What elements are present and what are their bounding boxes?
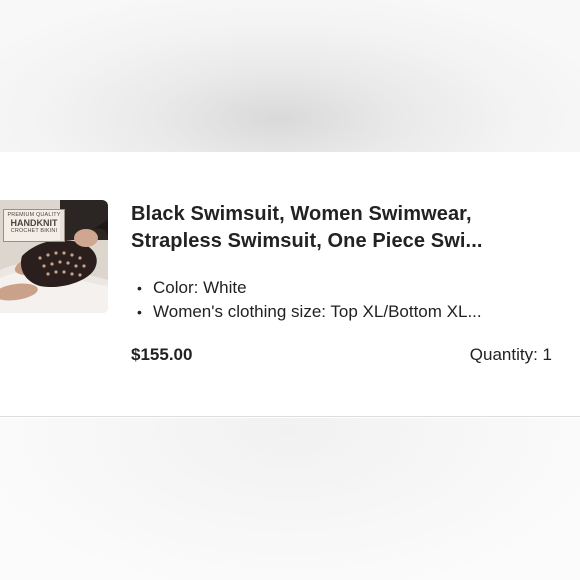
bullet-icon: • [137,280,142,296]
attribute-color: • Color: White [137,276,482,300]
attribute-size-text: Women's clothing size: Top XL/Bottom XL.… [153,302,482,321]
badge-line-3: CROCHET BIKINI [10,228,58,235]
badge-line-2: HANDKNIT [10,218,58,229]
order-item-card[interactable]: PREMIUM QUALITY HANDKNIT CROCHET BIKINI … [0,152,580,417]
attribute-color-text: Color: White [153,278,247,297]
product-title-line-1[interactable]: Black Swimsuit, Women Swimwear, [131,201,561,228]
blurred-background-top [0,0,580,152]
bullet-icon: • [137,304,142,320]
premium-quality-badge: PREMIUM QUALITY HANDKNIT CROCHET BIKINI [3,209,65,242]
product-title-line-2[interactable]: Strapless Swimsuit, One Piece Swi... [131,228,561,255]
product-attributes-list: • Color: White • Women's clothing size: To… [137,276,482,324]
screen: PREMIUM QUALITY HANDKNIT CROCHET BIKINI … [0,0,580,580]
item-price: $155.00 [131,345,193,364]
product-title[interactable]: Black Swimsuit, Women Swimwear, Straples… [131,201,561,255]
item-quantity: Quantity: 1 [469,345,552,364]
attribute-size: • Women's clothing size: Top XL/Bottom XL… [137,300,482,324]
product-thumbnail[interactable]: PREMIUM QUALITY HANDKNIT CROCHET BIKINI [0,200,108,313]
blurred-background-bottom [0,418,580,580]
